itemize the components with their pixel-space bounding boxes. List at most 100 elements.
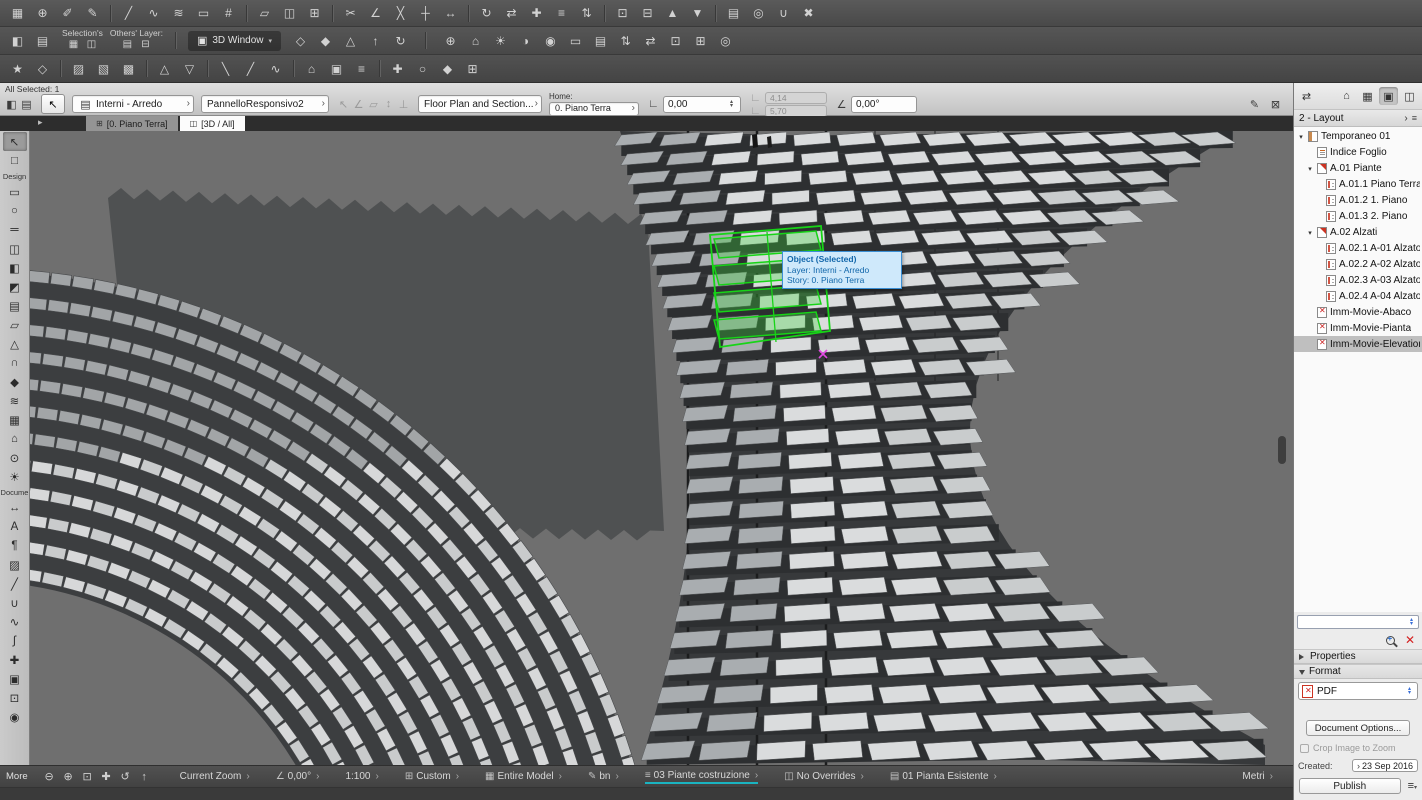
- angle-input[interactable]: 0,00°: [851, 96, 917, 113]
- other-layers-icon[interactable]: ▤: [118, 38, 136, 52]
- arrow-mode-icon[interactable]: ↖: [336, 98, 351, 111]
- circle-icon[interactable]: ○: [410, 58, 435, 79]
- camera-icon[interactable]: ◉: [538, 30, 563, 51]
- camera-tool-tool[interactable]: ◉: [3, 707, 27, 726]
- navigator-header[interactable]: 2 - Layout ≡: [1294, 109, 1422, 126]
- lower-icon[interactable]: ▽: [177, 58, 202, 79]
- raise-icon[interactable]: △: [152, 58, 177, 79]
- marquee-mode-icon[interactable]: ▦: [64, 38, 82, 52]
- slab-tool[interactable]: ▱: [3, 315, 27, 334]
- zoom-in-icon[interactable]: ⊕: [59, 770, 78, 783]
- layout-tree-item[interactable]: Imm-Movie-Elevation: [1294, 336, 1422, 352]
- render-settings-icon[interactable]: ◎: [713, 30, 738, 51]
- expander-icon[interactable]: [1306, 163, 1314, 174]
- stepper-icon[interactable]: [727, 98, 736, 111]
- capture-icon[interactable]: ⊡: [663, 30, 688, 51]
- tree-options-icon[interactable]: ≡: [1412, 113, 1417, 123]
- line-tool-tool[interactable]: ╱: [3, 574, 27, 593]
- wall-tool[interactable]: ▭: [3, 182, 27, 201]
- zoom-out-icon[interactable]: ⊖: [40, 770, 59, 783]
- scale[interactable]: 1:100: [345, 771, 378, 782]
- add-icon[interactable]: ✚: [385, 58, 410, 79]
- format-type-selector[interactable]: PDF: [1298, 682, 1418, 700]
- fit-in-window-icon[interactable]: ⊡: [78, 770, 97, 783]
- curtain-wall-tool[interactable]: ▤: [3, 296, 27, 315]
- apply-pen-icon[interactable]: ✎: [1247, 98, 1262, 111]
- slab-icon[interactable]: ⊞: [302, 3, 327, 24]
- lamp-tool[interactable]: ☀: [3, 467, 27, 486]
- layout-tree-item[interactable]: Temporaneo 01: [1294, 128, 1422, 144]
- pen[interactable]: ✎bn: [588, 771, 619, 782]
- home-view-icon[interactable]: ⌂: [463, 30, 488, 51]
- brush-icon[interactable]: ✐: [55, 3, 80, 24]
- fill-hatch-3-icon[interactable]: ▩: [116, 58, 141, 79]
- publish-options-icon[interactable]: ≡: [1408, 780, 1417, 792]
- text-tool[interactable]: A: [3, 517, 27, 536]
- roof-tool[interactable]: △: [3, 334, 27, 353]
- sort-icon[interactable]: ⇅: [613, 30, 638, 51]
- graphic-overrides[interactable]: ◫No Overrides: [784, 771, 864, 782]
- gravity-icon[interactable]: ⊥: [396, 98, 411, 111]
- elevation-input[interactable]: 0,00: [663, 96, 741, 113]
- format-section-header[interactable]: Format: [1294, 664, 1422, 679]
- scissors-icon[interactable]: ✂: [338, 3, 363, 24]
- object-tool[interactable]: ⊙: [3, 448, 27, 467]
- layout-tree-item[interactable]: A.01 Piante: [1294, 160, 1422, 176]
- publish-button[interactable]: Publish: [1299, 778, 1401, 794]
- label-tool[interactable]: ¶: [3, 536, 27, 555]
- defaults-icon[interactable]: ◇: [30, 58, 55, 79]
- pencil-icon[interactable]: ✎: [80, 3, 105, 24]
- layout-tools-icon[interactable]: ▭: [563, 30, 588, 51]
- reference-box-icon[interactable]: ▣: [324, 58, 349, 79]
- fill-hatch-2-icon[interactable]: ▧: [91, 58, 116, 79]
- drag-icon[interactable]: ✚: [524, 3, 549, 24]
- layout-tree-item[interactable]: A.01.1 Piano Terra: [1294, 176, 1422, 192]
- fill-tool[interactable]: ▨: [3, 555, 27, 574]
- layer-selector[interactable]: ▤ Interni - Arredo: [72, 95, 194, 113]
- viewport-scrollbar[interactable]: [1278, 436, 1286, 464]
- spline-icon[interactable]: ≋: [166, 3, 191, 24]
- checkbox-icon[interactable]: [1300, 744, 1309, 753]
- structure-display[interactable]: ▦Entire Model: [485, 771, 562, 782]
- layout-tree-item[interactable]: A.02 Alzati: [1294, 224, 1422, 240]
- walk-mode-icon[interactable]: ↑: [363, 30, 388, 51]
- window-icon[interactable]: ◫: [277, 3, 302, 24]
- elevate-icon[interactable]: ⇅: [574, 3, 599, 24]
- magnet-icon[interactable]: ∪: [771, 3, 796, 24]
- expander-icon[interactable]: [1306, 227, 1314, 238]
- layer-visibility-icon[interactable]: ▤: [30, 30, 55, 51]
- arc-tool[interactable]: ∪: [3, 593, 27, 612]
- current-zoom[interactable]: Current Zoom: [180, 771, 250, 782]
- group-icon[interactable]: ⊡: [610, 3, 635, 24]
- layout-tree-item[interactable]: A.02.3 A-03 Alzato Su: [1294, 272, 1422, 288]
- layout-book-icon[interactable]: ▣: [1379, 87, 1398, 105]
- layout-tree-item[interactable]: A.01.2 1. Piano: [1294, 192, 1422, 208]
- line-icon[interactable]: ╱: [116, 3, 141, 24]
- height-input-icon[interactable]: ↕: [381, 98, 396, 110]
- pen-set[interactable]: ≡03 Piante costruzione: [645, 770, 758, 784]
- zoom-search-icon[interactable]: [1386, 636, 1395, 645]
- layer-combination[interactable]: ⊞Custom: [405, 771, 459, 782]
- shadows-icon[interactable]: ◑: [513, 30, 538, 51]
- zoom-extents-icon[interactable]: ⊕: [438, 30, 463, 51]
- layout-tree-item[interactable]: Imm-Movie-Pianta: [1294, 320, 1422, 336]
- 3d-window-button[interactable]: ▣ 3D Window: [188, 31, 281, 51]
- wall-icon[interactable]: ▱: [252, 3, 277, 24]
- document-options-button[interactable]: Document Options...: [1306, 720, 1410, 736]
- bring-forward-icon[interactable]: ▲: [660, 3, 685, 24]
- more-button[interactable]: More: [6, 771, 28, 782]
- fill-hatch-icon[interactable]: ▨: [66, 58, 91, 79]
- stair-tool[interactable]: ≋: [3, 391, 27, 410]
- split-icon[interactable]: ╳: [388, 3, 413, 24]
- polyline-tool-tool[interactable]: ∿: [3, 612, 27, 631]
- skylight-tool[interactable]: ◩: [3, 277, 27, 296]
- layout-tree-item[interactable]: Indice Foglio: [1294, 144, 1422, 160]
- settings-icon[interactable]: ◎: [746, 3, 771, 24]
- hotspot-tool[interactable]: ✚: [3, 650, 27, 669]
- polyline-icon[interactable]: ∿: [141, 3, 166, 24]
- project-map-icon[interactable]: ⌂: [1337, 87, 1356, 105]
- shell-tool[interactable]: ∩: [3, 353, 27, 372]
- rectangle-icon[interactable]: ▭: [191, 3, 216, 24]
- morph-tool[interactable]: ◆: [3, 372, 27, 391]
- polygon-method-icon[interactable]: ▱: [366, 98, 381, 111]
